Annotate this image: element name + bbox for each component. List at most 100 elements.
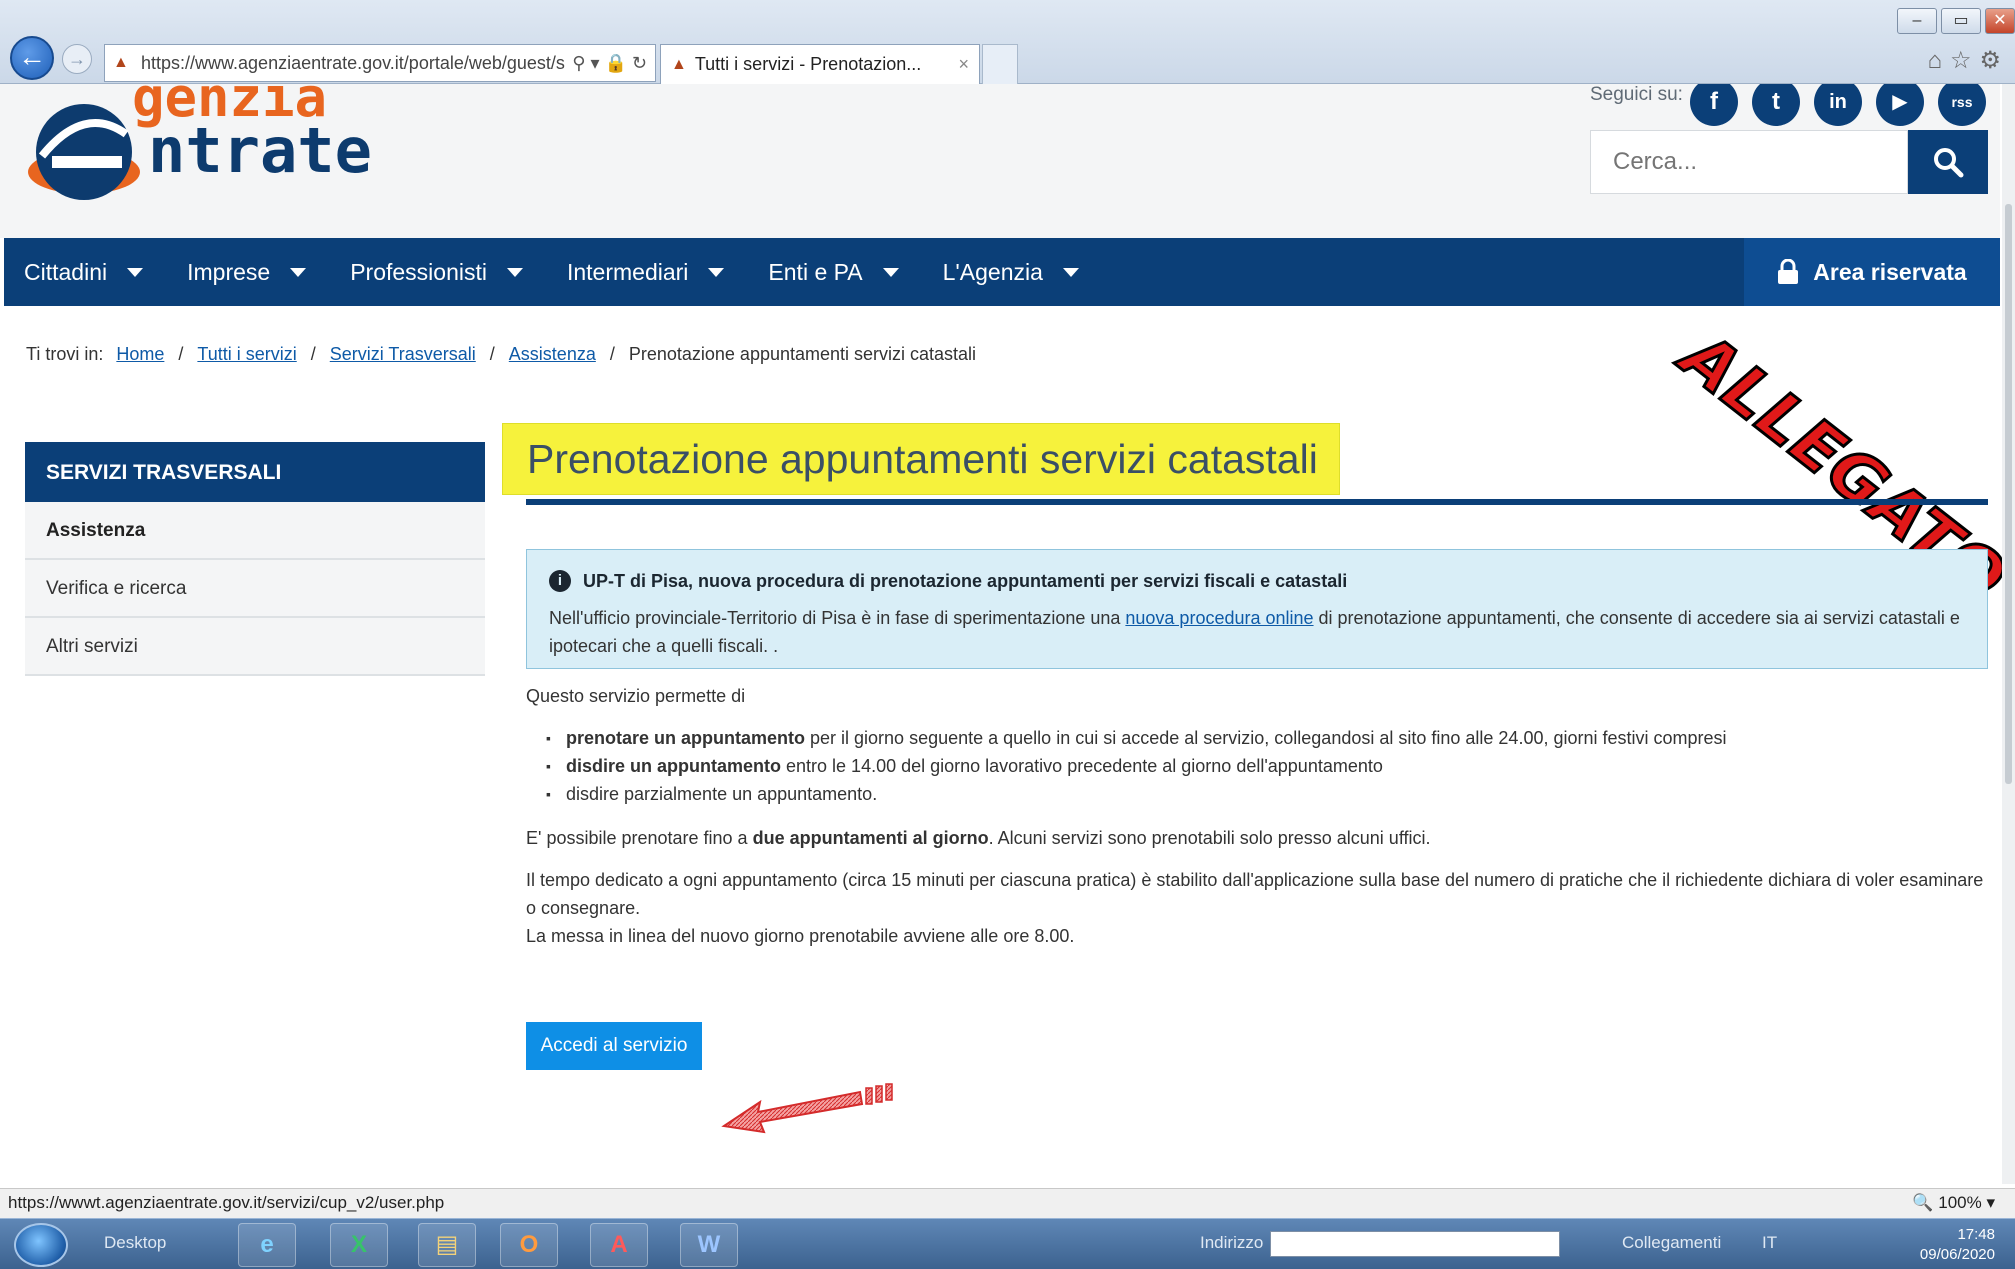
breadcrumb-prefix: Ti trovi in: bbox=[26, 344, 104, 364]
area-riservata-button[interactable]: Area riservata bbox=[1744, 238, 2000, 306]
favorites-star-icon[interactable]: ☆ bbox=[1950, 47, 1980, 74]
maximize-button[interactable]: ▭ bbox=[1941, 8, 1981, 34]
nav-item-cittadini[interactable]: Cittadini bbox=[24, 258, 144, 286]
social-label: Seguici su: bbox=[1590, 84, 1683, 105]
address-url: https://www.agenziaentrate.gov.it/portal… bbox=[141, 52, 565, 73]
address-toolbar-label: Indirizzo bbox=[1200, 1233, 1264, 1252]
breadcrumb-separator: / bbox=[489, 344, 495, 364]
settings-gear-icon[interactable]: ⚙ bbox=[1979, 47, 2009, 74]
facebook-icon[interactable]: f bbox=[1690, 84, 1738, 126]
back-button[interactable]: ← bbox=[10, 36, 54, 80]
nav-item-professionisti[interactable]: Professionisti bbox=[350, 259, 523, 286]
paragraph-text: E' possibile prenotare fino a bbox=[526, 828, 753, 848]
caret-down-icon bbox=[506, 267, 523, 277]
tab-close-icon[interactable]: × bbox=[958, 54, 969, 75]
word-icon[interactable]: W bbox=[680, 1223, 738, 1267]
nav-label: Professionisti bbox=[350, 258, 487, 285]
caret-down-icon bbox=[1062, 267, 1079, 277]
language-indicator[interactable]: IT bbox=[1762, 1233, 1777, 1253]
agenzia-entrate-logo[interactable]: genzia ntrate bbox=[22, 84, 402, 214]
web-page: genzia ntrate Seguici su: f t in ▶ rss C… bbox=[0, 84, 2015, 1184]
page-scrollbar[interactable] bbox=[2002, 84, 2015, 1184]
red-arrow-annotation-icon bbox=[721, 1083, 893, 1134]
browser-tab-active[interactable]: ▲ Tutti i servizi - Prenotazion... × bbox=[660, 44, 980, 84]
outlook-icon[interactable]: O bbox=[500, 1223, 558, 1267]
breadcrumb-link-assistenza[interactable]: Assistenza bbox=[509, 344, 596, 364]
paragraph-text: . Alcuni servizi sono prenotabili solo p… bbox=[988, 828, 1431, 848]
zoom-control[interactable]: 🔍 100% ▾ bbox=[1912, 1193, 1995, 1213]
title-divider bbox=[526, 499, 1988, 505]
list-item-bold: prenotare un appuntamento bbox=[566, 728, 806, 748]
acrobat-icon[interactable]: A bbox=[590, 1223, 648, 1267]
nav-item-enti-pa[interactable]: Enti e PA bbox=[768, 258, 899, 286]
desktop-toolbar-label[interactable]: Desktop bbox=[104, 1233, 166, 1253]
caret-down-icon bbox=[882, 267, 899, 277]
notice-title: UP-T di Pisa, nuova procedura di prenota… bbox=[583, 570, 1348, 591]
excel-icon[interactable]: X bbox=[330, 1223, 388, 1267]
status-bar: https://wwwt.agenziaentrate.gov.it/servi… bbox=[0, 1188, 2015, 1218]
search-button[interactable] bbox=[1908, 130, 1988, 194]
nav-label: Imprese bbox=[187, 258, 271, 285]
twitter-icon[interactable]: t bbox=[1752, 84, 1800, 126]
info-notice: i UP-T di Pisa, nuova procedura di preno… bbox=[526, 549, 1988, 669]
breadcrumb-link-tutti-servizi[interactable]: Tutti i servizi bbox=[197, 344, 296, 364]
sidebar-item-altri-servizi[interactable]: Altri servizi bbox=[25, 618, 485, 676]
forward-button[interactable]: → bbox=[62, 44, 92, 74]
rss-icon[interactable]: rss bbox=[1938, 84, 1986, 126]
service-list: prenotare un appuntamento per il giorno … bbox=[546, 724, 1727, 808]
search-input[interactable] bbox=[1590, 130, 1908, 194]
paragraph-bold: due appuntamenti al giorno bbox=[752, 828, 989, 848]
file-explorer-icon[interactable]: ▤ bbox=[418, 1223, 476, 1267]
tab-favicon-icon: ▲ bbox=[671, 55, 687, 73]
caret-down-icon bbox=[290, 267, 307, 277]
linkedin-icon[interactable]: in bbox=[1814, 84, 1862, 126]
breadcrumb-separator: / bbox=[609, 344, 615, 364]
search-icon bbox=[1934, 148, 1964, 178]
list-item-text: disdire parzialmente un appuntamento. bbox=[566, 784, 878, 804]
youtube-icon[interactable]: ▶ bbox=[1876, 84, 1924, 126]
lock-icon bbox=[1778, 259, 1799, 284]
nav-label: Cittadini bbox=[24, 258, 108, 285]
sidebar-item-verifica-ricerca[interactable]: Verifica e ricerca bbox=[25, 560, 485, 618]
taskbar-address-input[interactable] bbox=[1270, 1231, 1560, 1257]
nav-label: L'Agenzia bbox=[942, 258, 1043, 285]
notice-text: Nell'ufficio provinciale-Territorio di P… bbox=[549, 608, 1126, 628]
start-button[interactable] bbox=[14, 1223, 68, 1267]
list-item-text: entro le 14.00 del giorno lavorativo pre… bbox=[781, 756, 1383, 776]
close-window-button[interactable]: ✕ bbox=[1985, 8, 2015, 34]
caret-down-icon bbox=[708, 267, 725, 277]
internet-explorer-icon[interactable]: e bbox=[238, 1223, 296, 1267]
nav-item-imprese[interactable]: Imprese bbox=[187, 258, 307, 286]
status-url: https://wwwt.agenziaentrate.gov.it/servi… bbox=[8, 1193, 445, 1212]
minimize-button[interactable]: – bbox=[1897, 8, 1937, 34]
breadcrumb-separator: / bbox=[178, 344, 184, 364]
sidebar-item-assistenza[interactable]: Assistenza bbox=[25, 502, 485, 560]
notice-heading: i UP-T di Pisa, nuova procedura di preno… bbox=[549, 570, 1965, 592]
links-toolbar-label[interactable]: Collegamenti bbox=[1622, 1233, 1721, 1253]
address-bar[interactable]: ▲ https://www.agenziaentrate.gov.it/port… bbox=[104, 44, 656, 82]
main-navigation: Cittadini Imprese Professionisti Interme… bbox=[4, 238, 2000, 306]
browser-toolbar: ← → ▲ https://www.agenziaentrate.gov.it/… bbox=[0, 0, 2015, 84]
intro-text: Questo servizio permette di bbox=[526, 686, 746, 706]
notice-body: Nell'ufficio provinciale-Territorio di P… bbox=[549, 604, 1965, 660]
paragraph-messa-in-linea: La messa in linea del nuovo giorno preno… bbox=[526, 926, 1075, 946]
nav-item-agenzia[interactable]: L'Agenzia bbox=[943, 259, 1079, 286]
list-item-bold: disdire un appuntamento bbox=[566, 756, 782, 776]
new-tab-button[interactable] bbox=[982, 44, 1018, 84]
accedi-al-servizio-button[interactable]: Accedi al servizio bbox=[526, 1022, 702, 1070]
system-clock[interactable]: 17:48 09/06/2020 bbox=[1920, 1225, 1995, 1265]
home-icon[interactable]: ⌂ bbox=[1927, 47, 1950, 74]
list-item: prenotare un appuntamento per il giorno … bbox=[546, 724, 1727, 752]
paragraph-tempo: Il tempo dedicato a ogni appuntamento (c… bbox=[526, 870, 1984, 918]
address-tools[interactable]: ⚲ ▾ 🔒 ↻ bbox=[572, 53, 647, 74]
browser-icons: ⌂☆⚙ bbox=[1927, 46, 2009, 75]
breadcrumb-link-servizi-trasversali[interactable]: Servizi Trasversali bbox=[330, 344, 476, 364]
nav-item-intermediari[interactable]: Intermediari bbox=[566, 258, 725, 286]
breadcrumb-link-home[interactable]: Home bbox=[116, 344, 164, 364]
nav-label: Intermediari bbox=[566, 258, 689, 285]
logo-text-main: ntrate bbox=[148, 114, 372, 187]
breadcrumb-current: Prenotazione appuntamenti servizi catast… bbox=[628, 344, 977, 364]
notice-link-nuova-procedura[interactable]: nuova procedura online bbox=[1125, 608, 1313, 628]
scrollbar-thumb[interactable] bbox=[2005, 204, 2012, 784]
nav-label: Enti e PA bbox=[768, 258, 863, 285]
